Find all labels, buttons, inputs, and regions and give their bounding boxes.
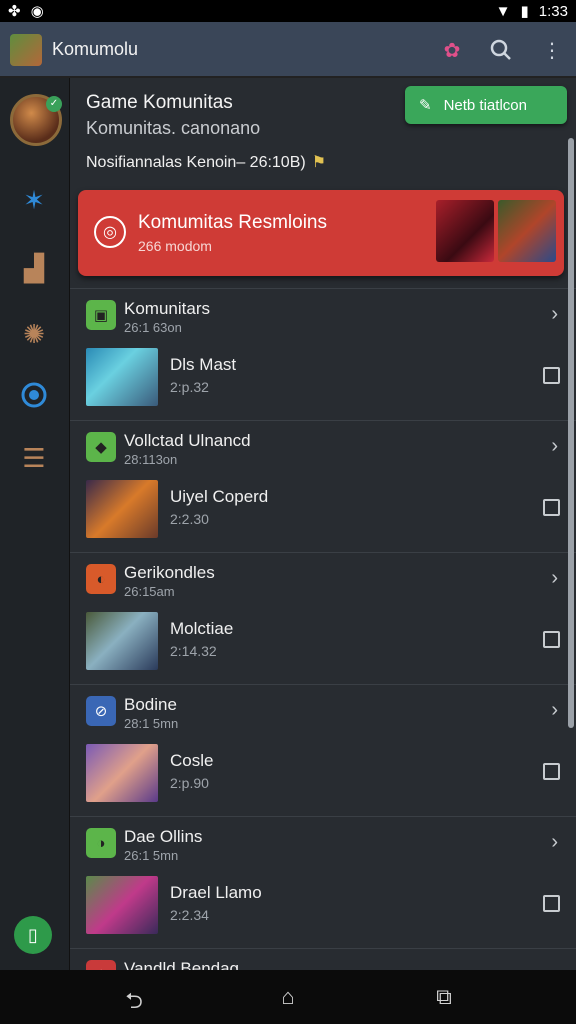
group-header[interactable]: ◑ Dae Ollins 26:1 5mn › bbox=[70, 816, 576, 866]
shield-icon[interactable]: ✺ bbox=[16, 316, 52, 352]
group-badge-icon: ◐ bbox=[86, 564, 116, 594]
item-time: 2:p.90 bbox=[170, 775, 209, 791]
group-time: 26:1 63on bbox=[124, 320, 182, 335]
gift-icon[interactable]: ✿ bbox=[438, 36, 466, 64]
featured-thumb-2 bbox=[498, 200, 556, 262]
basketball-icon: ◎ bbox=[94, 216, 126, 248]
chevron-right-icon[interactable]: › bbox=[551, 831, 558, 854]
gamepad-icon: ✤ bbox=[8, 3, 21, 20]
featured-title: Komumitas Resmloins bbox=[138, 212, 327, 233]
app-logo bbox=[10, 34, 42, 66]
page-subtitle: Komunitas. canonano bbox=[86, 118, 261, 138]
group-header[interactable]: ⊘ Bodine 28:1 5mn › bbox=[70, 684, 576, 734]
item-title: Drael Llamo bbox=[170, 883, 262, 902]
item-thumbnail bbox=[86, 480, 158, 538]
group-title: Vollctad Ulnancd bbox=[124, 431, 251, 450]
group-title: Gerikondles bbox=[124, 563, 215, 582]
group-time: 28:113on bbox=[124, 452, 178, 467]
item-checkbox[interactable] bbox=[543, 763, 560, 780]
group-badge-icon: ⊘ bbox=[86, 696, 116, 726]
app-title: Komumolu bbox=[52, 39, 139, 59]
item-thumbnail bbox=[86, 348, 158, 406]
item-time: 2:2.30 bbox=[170, 511, 209, 527]
back-icon[interactable]: ⮌ bbox=[114, 984, 154, 1013]
notice-label: Nosifiannalas Kenoin– 26:10B) bbox=[86, 154, 306, 171]
status-bar: ✤ ◉ ▼ ▮ 1:33 bbox=[0, 0, 576, 22]
item-time: 2:14.32 bbox=[170, 643, 217, 659]
group-title: Komunitars bbox=[124, 299, 210, 318]
item-thumbnail bbox=[86, 612, 158, 670]
clock: 1:33 bbox=[538, 2, 568, 20]
wifi-icon: ▼ bbox=[495, 2, 511, 20]
item-checkbox[interactable] bbox=[543, 499, 560, 516]
item-thumbnail bbox=[86, 744, 158, 802]
sidebar: ✓ ✶ ▟ ✺ ☰ ▯ bbox=[0, 78, 70, 970]
boot-icon[interactable]: ▟ bbox=[16, 250, 52, 286]
item-title: Cosle bbox=[170, 751, 214, 770]
item-checkbox[interactable] bbox=[543, 367, 560, 384]
edit-badge-icon: ✓ bbox=[46, 96, 62, 112]
main-content: Game Komunitas Komunitas. canonano Nosif… bbox=[70, 78, 576, 990]
item-title: Dls Mast bbox=[170, 355, 237, 374]
chevron-right-icon[interactable]: › bbox=[551, 699, 558, 722]
chevron-right-icon[interactable]: › bbox=[551, 435, 558, 458]
community-header: Game Komunitas Komunitas. canonano Nosif… bbox=[70, 78, 576, 188]
item-title: Molctiae bbox=[170, 619, 234, 638]
home-icon[interactable]: ⌂ bbox=[268, 984, 308, 1012]
join-button-label: Netb tiatlcon bbox=[443, 96, 527, 114]
item-thumbnail bbox=[86, 876, 158, 934]
lock-icon: ◉ bbox=[30, 3, 44, 20]
group-badge-icon: ◆ bbox=[86, 432, 116, 462]
group-title: Bodine bbox=[124, 695, 177, 714]
list-icon[interactable]: ☰ bbox=[16, 440, 52, 476]
community-list: ▣ Komunitars 26:1 63on › Dls Mast 2:p.32… bbox=[70, 288, 576, 998]
list-item[interactable]: Cosle 2:p.90 bbox=[70, 734, 576, 816]
system-nav-bar: ⮌ ⌂ ⧉ bbox=[0, 970, 576, 1024]
list-item[interactable]: Uiyel Coperd 2:2.30 bbox=[70, 470, 576, 552]
group-time: 28:1 5mn bbox=[124, 716, 179, 731]
featured-card[interactable]: ◎ Komumitas Resmloins 266 modom bbox=[78, 190, 564, 276]
group-badge-icon: ◑ bbox=[86, 828, 116, 858]
join-button[interactable]: ✎ Netb tiatlcon bbox=[405, 86, 567, 124]
app-bar: Komumolu ✿ ⋮ bbox=[0, 22, 576, 78]
battery-icon: ▮ bbox=[520, 3, 529, 20]
notice-text: Nosifiannalas Kenoin– 26:10B) ⚑ bbox=[86, 152, 326, 172]
search-icon[interactable] bbox=[487, 36, 515, 64]
recents-icon[interactable]: ⧉ bbox=[424, 984, 464, 1012]
scrollbar[interactable] bbox=[568, 138, 574, 728]
item-time: 2:p.32 bbox=[170, 379, 209, 395]
list-item[interactable]: Dls Mast 2:p.32 bbox=[70, 338, 576, 420]
group-time: 26:1 5mn bbox=[124, 848, 179, 863]
clipboard-icon[interactable]: ▯ bbox=[14, 916, 52, 954]
group-badge-icon: ▣ bbox=[86, 300, 116, 330]
featured-subtitle: 266 modom bbox=[138, 238, 212, 254]
list-item[interactable]: Drael Llamo 2:2.34 bbox=[70, 866, 576, 948]
item-title: Uiyel Coperd bbox=[170, 487, 269, 506]
chevron-right-icon[interactable]: › bbox=[551, 567, 558, 590]
overflow-menu-icon[interactable]: ⋮ bbox=[538, 36, 566, 64]
group-header[interactable]: ◆ Vollctad Ulnancd 28:113on › bbox=[70, 420, 576, 470]
group-header[interactable]: ◐ Gerikondles 26:15am › bbox=[70, 552, 576, 602]
group-time: 26:15am bbox=[124, 584, 175, 599]
chevron-right-icon[interactable]: › bbox=[551, 303, 558, 326]
group-title: Dae Ollins bbox=[124, 827, 203, 846]
item-checkbox[interactable] bbox=[543, 631, 560, 648]
featured-thumb-1 bbox=[436, 200, 494, 262]
item-checkbox[interactable] bbox=[543, 895, 560, 912]
chat-icon[interactable] bbox=[16, 378, 52, 414]
pencil-icon: ✎ bbox=[419, 97, 432, 114]
group-header[interactable]: ▣ Komunitars 26:1 63on › bbox=[70, 288, 576, 338]
bell-icon: ⚑ bbox=[311, 154, 327, 171]
star-icon[interactable]: ✶ bbox=[16, 182, 52, 218]
list-item[interactable]: Molctiae 2:14.32 bbox=[70, 602, 576, 684]
page-title: Game Komunitas bbox=[86, 92, 233, 113]
item-time: 2:2.34 bbox=[170, 907, 209, 923]
